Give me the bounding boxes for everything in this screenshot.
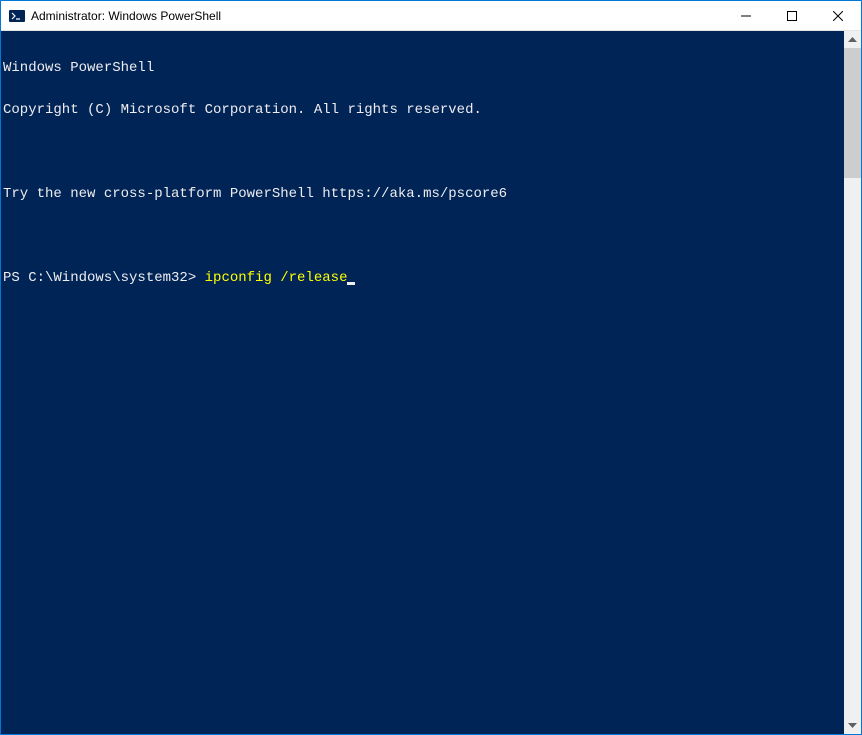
scroll-thumb[interactable]	[844, 48, 861, 178]
scroll-up-button[interactable]	[844, 31, 861, 48]
maximize-button[interactable]	[769, 1, 815, 30]
terminal-output-line: Copyright (C) Microsoft Corporation. All…	[3, 103, 844, 117]
terminal[interactable]: Windows PowerShell Copyright (C) Microso…	[1, 31, 844, 734]
minimize-button[interactable]	[723, 1, 769, 30]
command-text: ipconfig /release	[205, 270, 348, 286]
window-controls	[723, 1, 861, 30]
scroll-down-button[interactable]	[844, 717, 861, 734]
powershell-icon	[9, 8, 25, 24]
terminal-container: Windows PowerShell Copyright (C) Microso…	[1, 31, 861, 734]
terminal-output-line: Windows PowerShell	[3, 61, 844, 75]
vertical-scrollbar[interactable]	[844, 31, 861, 734]
terminal-prompt-line: PS C:\Windows\system32> ipconfig /releas…	[3, 271, 844, 285]
powershell-window: Administrator: Windows PowerShell	[0, 0, 862, 735]
terminal-output-line	[3, 145, 844, 159]
cursor	[347, 282, 355, 285]
prompt-text: PS C:\Windows\system32>	[3, 270, 205, 286]
terminal-output-line	[3, 229, 844, 243]
close-button[interactable]	[815, 1, 861, 30]
terminal-output-line: Try the new cross-platform PowerShell ht…	[3, 187, 844, 201]
scroll-track[interactable]	[844, 48, 861, 717]
titlebar[interactable]: Administrator: Windows PowerShell	[1, 1, 861, 31]
window-title: Administrator: Windows PowerShell	[31, 9, 723, 23]
